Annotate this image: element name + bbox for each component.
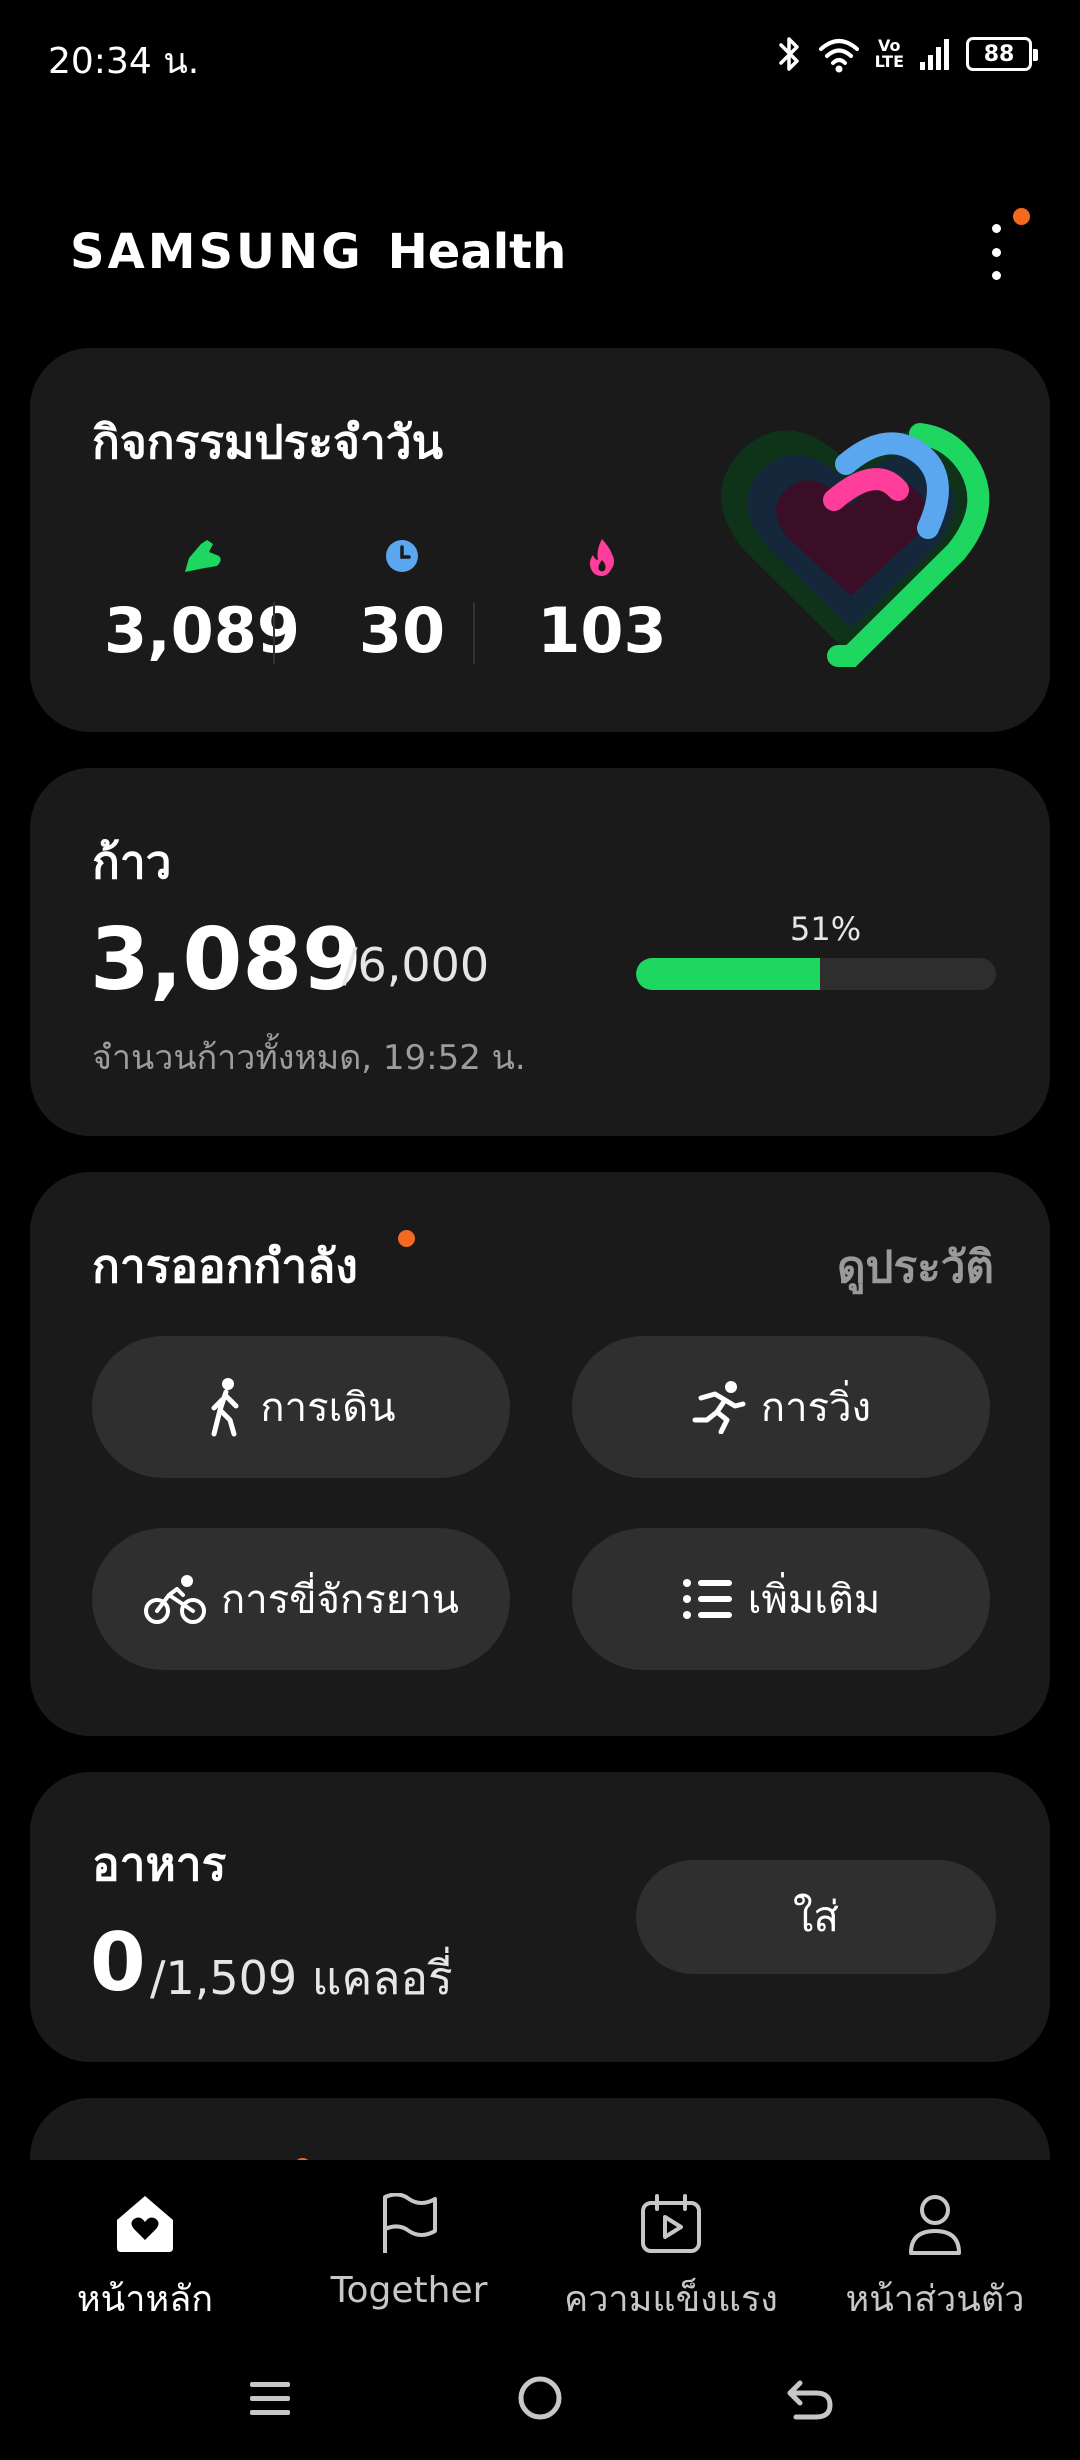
circle-icon [518, 2376, 562, 2420]
running-icon [692, 1381, 746, 1434]
walking-icon [211, 1378, 239, 1437]
card-title: อาหาร [92, 1837, 227, 1891]
battery-indicator: 88 [966, 37, 1038, 71]
wifi-icon [818, 39, 859, 73]
notification-dot [398, 1230, 415, 1247]
steps-card[interactable]: ก้าว 3,089 /6,000 จำนวนก้าวทั้งหมด, 19:5… [30, 768, 1050, 1136]
walking-button[interactable]: การเดิน [92, 1336, 510, 1478]
stat-steps: 3,089 [102, 536, 302, 667]
list-icon [682, 1579, 732, 1619]
food-calories: 0 [90, 1916, 146, 2009]
steps-count: 3,089 [90, 910, 363, 1010]
calendar-play-icon [641, 2194, 701, 2253]
flame-icon [589, 539, 614, 576]
notification-dot [1013, 208, 1030, 225]
menu-icon [250, 2382, 290, 2415]
status-icons: Vo LTE 88 [777, 32, 1038, 76]
shoe-icon [185, 540, 221, 572]
home-button[interactable] [500, 2368, 580, 2428]
nav-home[interactable]: หน้าหลัก [10, 2190, 280, 2327]
progress-percent: 51% [790, 910, 862, 948]
nav-together[interactable]: Together [274, 2190, 544, 2311]
steps-progress-bar [636, 958, 996, 990]
back-icon [787, 2380, 833, 2420]
cycling-icon [144, 1575, 207, 1624]
stat-calories: 103 [502, 536, 702, 667]
volte-indicator: Vo LTE [874, 36, 904, 71]
card-title: กิจกรรมประจำวัน [92, 415, 444, 469]
flag-icon [383, 2193, 437, 2253]
exercise-card: การออกกำลัง ดูประวัติ การเดิน การวิ่ง กา… [30, 1172, 1050, 1736]
system-navigation-bar [0, 2340, 1080, 2460]
steps-updated-time: จำนวนก้าวทั้งหมด, 19:52 น. [92, 1038, 526, 1078]
status-bar: 20:34 น. Vo LTE 88 [0, 0, 1080, 110]
recent-apps-button[interactable] [230, 2368, 310, 2428]
more-exercises-button[interactable]: เพิ่มเติม [572, 1528, 990, 1670]
card-title: ก้าว [92, 835, 172, 889]
add-food-button[interactable]: ใส่ [636, 1860, 996, 1974]
progress-fill [636, 958, 820, 990]
brand-logo: SAMSUNG [70, 224, 364, 280]
clock-icon [386, 540, 418, 572]
running-button[interactable]: การวิ่ง [572, 1336, 990, 1478]
daily-activity-card[interactable]: กิจกรรมประจำวัน 3,089 30 103 [30, 348, 1050, 732]
app-header: SAMSUNG Health [70, 222, 566, 282]
back-button[interactable] [770, 2368, 850, 2428]
more-options-button[interactable] [984, 224, 1008, 280]
steps-goal: /6,000 [342, 938, 490, 992]
food-goal: /1,509 แคลอรี่ [150, 1951, 453, 2005]
divider [473, 602, 475, 664]
food-card[interactable]: อาหาร 0 /1,509 แคลอรี่ ใส่ [30, 1772, 1050, 2062]
cycling-button[interactable]: การขี่จักรยาน [92, 1528, 510, 1670]
card-title: การออกกำลัง [92, 1239, 358, 1293]
bottom-navigation: หน้าหลัก Together ความแข็งแรง หน้าส่วนตั… [0, 2160, 1080, 2320]
view-history-link[interactable]: ดูประวัติ [837, 1232, 994, 1302]
nav-profile[interactable]: หน้าส่วนตัว [800, 2190, 1070, 2327]
status-time: 20:34 น. [48, 41, 200, 82]
home-heart-icon [117, 2196, 173, 2252]
activity-rings-heart [706, 404, 996, 674]
bluetooth-icon [778, 37, 799, 71]
person-icon [909, 2195, 961, 2255]
nav-fitness[interactable]: ความแข็งแรง [536, 2190, 806, 2327]
brand-app-name: Health [387, 224, 567, 280]
divider [273, 602, 275, 664]
stat-active-time: 30 [302, 536, 502, 667]
signal-icon [920, 39, 949, 70]
